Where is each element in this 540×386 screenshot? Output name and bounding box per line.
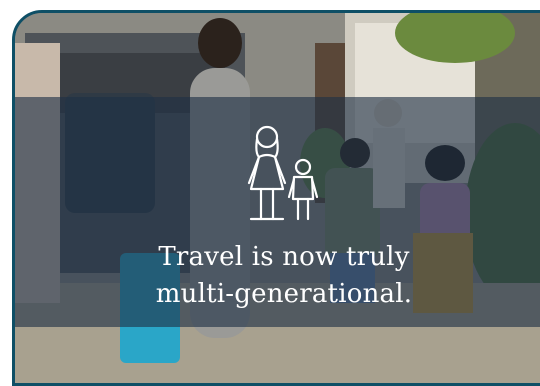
- promo-card[interactable]: Travel is now truly multi-generational.: [12, 10, 540, 386]
- caption-line-2: multi-generational.: [155, 279, 413, 309]
- page: Travel is now truly multi-generational.: [0, 0, 540, 386]
- caption-line-1: Travel is now truly: [158, 242, 410, 272]
- family-icon: [247, 125, 319, 221]
- caption: Travel is now truly multi-generational.: [15, 239, 540, 313]
- icon-container: [15, 123, 540, 223]
